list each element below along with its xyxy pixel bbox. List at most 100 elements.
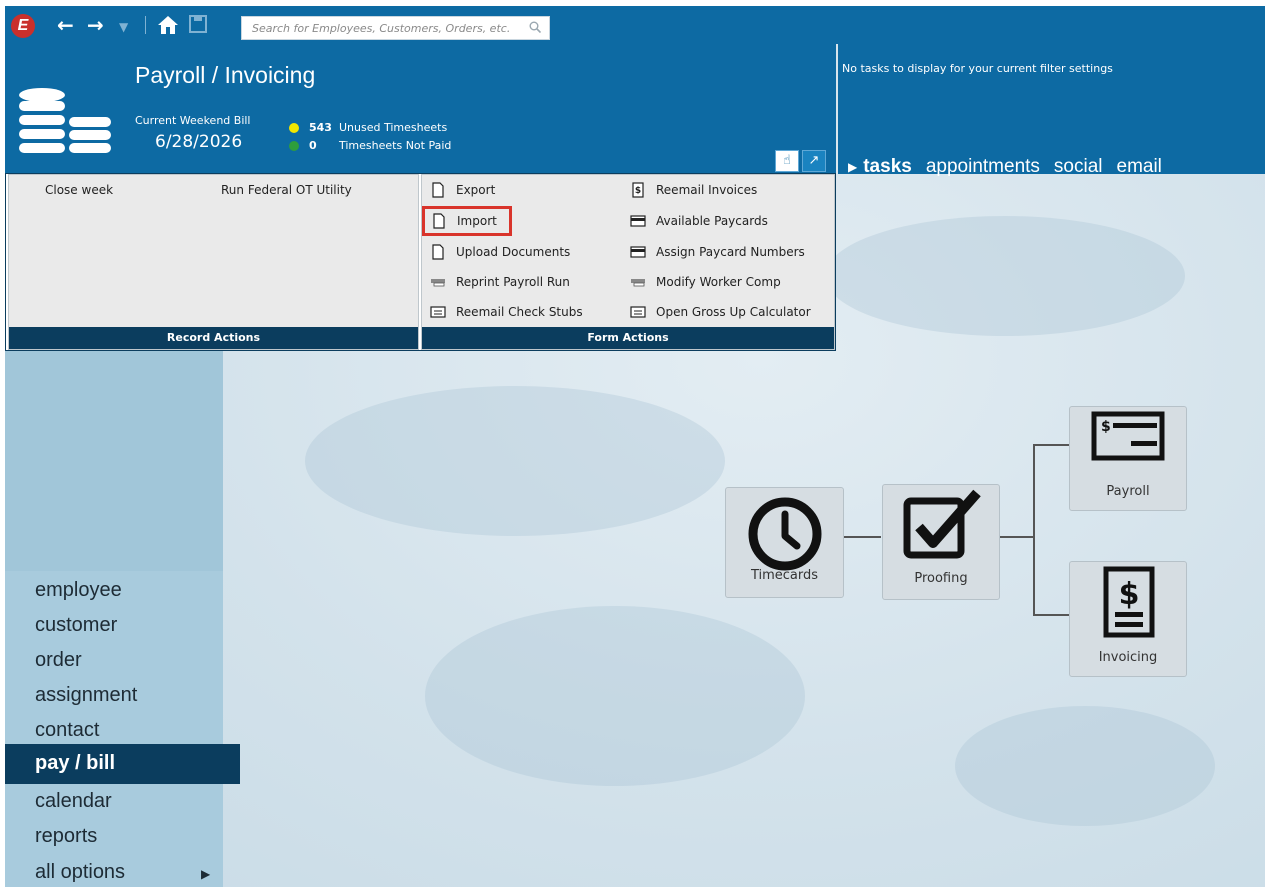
status-dot-yellow bbox=[289, 122, 299, 133]
check-stub-icon bbox=[630, 304, 646, 320]
action-label: Upload Documents bbox=[456, 245, 571, 259]
svg-text:$: $ bbox=[1101, 419, 1111, 435]
search-input[interactable] bbox=[242, 17, 520, 40]
sidebar-item-contact[interactable]: contact bbox=[35, 719, 99, 742]
app-logo[interactable]: E bbox=[11, 14, 35, 38]
sidebar-item-pay-bill[interactable]: pay / bill bbox=[5, 744, 240, 784]
sidebar-item-assignment[interactable]: assignment bbox=[35, 684, 137, 707]
expand-arrow-icon[interactable]: ▶ bbox=[201, 867, 210, 881]
reemail-check-stubs-action[interactable]: Reemail Check Stubs bbox=[430, 301, 583, 323]
invoice-icon: $ bbox=[630, 182, 646, 198]
export-action[interactable]: Export bbox=[430, 179, 495, 201]
close-week-action[interactable]: Close week bbox=[45, 183, 113, 197]
history-dropdown-icon[interactable]: ▼ bbox=[119, 15, 128, 39]
form-actions-title: Form Actions bbox=[422, 327, 834, 349]
invoicing-tile[interactable]: $ Invoicing bbox=[1069, 561, 1187, 677]
form-actions-box: Export Import Upload Documents Reprint P… bbox=[421, 174, 835, 350]
back-arrow-icon[interactable]: ← bbox=[57, 13, 74, 37]
home-icon[interactable] bbox=[157, 15, 179, 35]
card-icon bbox=[630, 244, 646, 260]
card-icon bbox=[630, 213, 646, 229]
action-label: Import bbox=[457, 214, 497, 228]
reprint-payroll-run-action[interactable]: Reprint Payroll Run bbox=[430, 271, 570, 293]
background-splash bbox=[305, 386, 725, 536]
proofing-tile[interactable]: Proofing bbox=[882, 484, 1000, 600]
stat-count: 0 bbox=[309, 139, 317, 152]
header-buttons: ☝ ↗ bbox=[775, 150, 826, 172]
invoice-icon: $ bbox=[1103, 566, 1155, 638]
sidebar-item-label: pay / bill bbox=[35, 752, 116, 774]
action-label: Reemail Invoices bbox=[656, 183, 758, 197]
weekend-bill-date: 6/28/2026 bbox=[155, 132, 243, 152]
action-label: Available Paycards bbox=[656, 214, 768, 228]
run-federal-ot-utility-action[interactable]: Run Federal OT Utility bbox=[221, 183, 352, 197]
sidebar-item-order[interactable]: order bbox=[35, 649, 82, 672]
app-window: E ← → ▼ Search for Employees, Customers,… bbox=[5, 6, 1265, 887]
action-label: Assign Paycard Numbers bbox=[656, 245, 805, 259]
coin-stack-icon bbox=[19, 88, 111, 153]
save-icon[interactable] bbox=[189, 15, 207, 33]
record-actions-box: Close week Run Federal OT Utility Record… bbox=[8, 174, 419, 350]
printer-icon bbox=[430, 274, 446, 290]
timesheets-not-paid-stat[interactable]: 0 Timesheets Not Paid bbox=[289, 139, 451, 152]
stat-label: Unused Timesheets bbox=[339, 121, 448, 134]
sidebar-item-customer[interactable]: customer bbox=[35, 614, 117, 637]
timecards-tile[interactable]: Timecards bbox=[725, 487, 844, 598]
sidebar-top-area bbox=[5, 351, 223, 571]
clock-icon bbox=[748, 497, 822, 571]
weekend-bill-label: Current Weekend Bill bbox=[135, 114, 251, 127]
action-label: Modify Worker Comp bbox=[656, 275, 781, 289]
pointer-mode-button[interactable]: ☝ bbox=[775, 150, 799, 172]
open-gross-up-calculator-action[interactable]: Open Gross Up Calculator bbox=[630, 301, 811, 323]
document-icon bbox=[431, 213, 447, 229]
action-label: Export bbox=[456, 183, 496, 197]
tab-appointments[interactable]: appointments bbox=[926, 156, 1040, 178]
tile-label: Proofing bbox=[914, 571, 968, 586]
checkbox-icon bbox=[903, 489, 981, 559]
search-box bbox=[241, 16, 550, 40]
assign-paycard-numbers-action[interactable]: Assign Paycard Numbers bbox=[630, 241, 805, 263]
modify-worker-comp-action[interactable]: Modify Worker Comp bbox=[630, 271, 781, 293]
action-label: Reemail Check Stubs bbox=[456, 305, 583, 319]
sidebar-item-all-options[interactable]: all options bbox=[35, 861, 125, 884]
printer-icon bbox=[630, 274, 646, 290]
tile-label: Invoicing bbox=[1098, 650, 1158, 665]
document-icon bbox=[430, 244, 446, 260]
connector-line bbox=[1033, 614, 1069, 616]
popout-button[interactable]: ↗ bbox=[802, 150, 826, 172]
background-splash bbox=[425, 606, 805, 786]
check-icon: $ bbox=[1091, 411, 1165, 461]
sidebar-item-calendar[interactable]: calendar bbox=[35, 790, 112, 813]
action-label: Reprint Payroll Run bbox=[456, 275, 570, 289]
reemail-invoices-action[interactable]: $ Reemail Invoices bbox=[630, 179, 757, 201]
page-header: Payroll / Invoicing Current Weekend Bill… bbox=[5, 44, 836, 174]
connector-line bbox=[1033, 444, 1069, 446]
background-splash bbox=[955, 706, 1215, 826]
sidebar-item-reports[interactable]: reports bbox=[35, 825, 97, 848]
svg-text:$: $ bbox=[1119, 577, 1140, 612]
status-dot-green bbox=[289, 140, 299, 151]
available-paycards-action[interactable]: Available Paycards bbox=[630, 210, 768, 232]
connector-line bbox=[1033, 444, 1035, 616]
search-icon[interactable] bbox=[529, 21, 541, 33]
task-tabs: ▶ tasks appointments social email bbox=[848, 156, 1162, 178]
tab-tasks[interactable]: tasks bbox=[863, 156, 912, 178]
document-icon bbox=[430, 182, 446, 198]
unused-timesheets-stat[interactable]: 543 Unused Timesheets bbox=[289, 121, 447, 134]
upload-documents-action[interactable]: Upload Documents bbox=[430, 241, 570, 263]
stat-label: Timesheets Not Paid bbox=[339, 139, 452, 152]
import-action[interactable]: Import bbox=[422, 206, 512, 236]
tile-label: Payroll bbox=[1106, 484, 1150, 499]
tile-label: Timecards bbox=[750, 568, 819, 583]
record-actions-title: Record Actions bbox=[9, 327, 418, 349]
actions-panel: Close week Run Federal OT Utility Record… bbox=[5, 173, 836, 351]
forward-arrow-icon[interactable]: → bbox=[87, 13, 104, 37]
stat-count: 543 bbox=[309, 121, 332, 134]
sidebar-item-employee[interactable]: employee bbox=[35, 579, 122, 602]
tab-email[interactable]: email bbox=[1117, 156, 1162, 178]
payroll-tile[interactable]: $ Payroll bbox=[1069, 406, 1187, 511]
task-panel: No tasks to display for your current fil… bbox=[838, 44, 1265, 177]
tab-social[interactable]: social bbox=[1054, 156, 1103, 178]
connector-line bbox=[999, 536, 1033, 538]
sidebar: employee customer order assignment conta… bbox=[5, 351, 240, 887]
